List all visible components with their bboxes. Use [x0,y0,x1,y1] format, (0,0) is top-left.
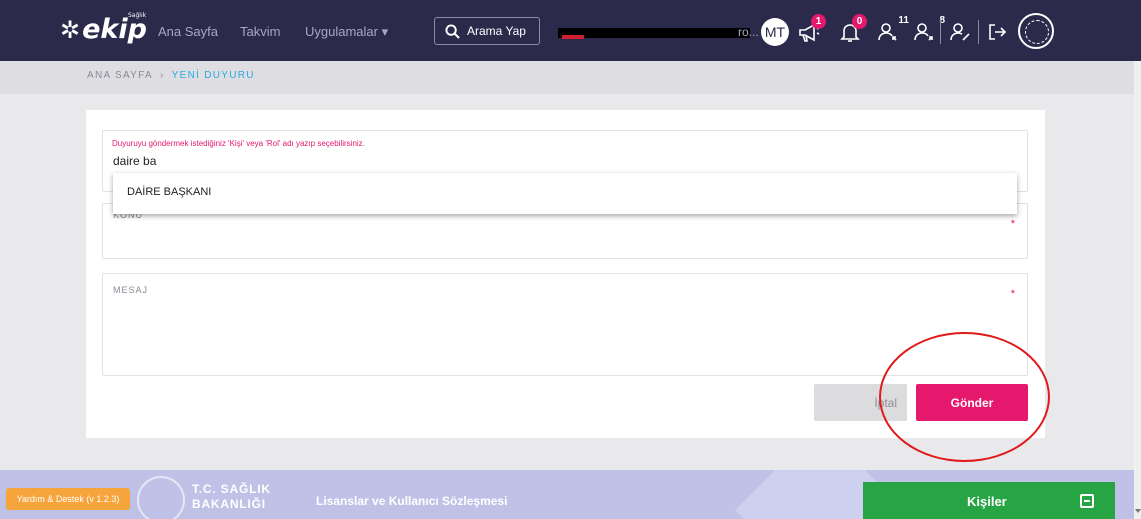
breadcrumb-home[interactable]: ANA SAYFA [87,70,153,81]
ministry-name-line1: T.C. SAĞLIK [192,482,271,496]
user-incoming-icon [878,23,897,41]
breadcrumb-current: YENİ DUYURU [171,70,255,81]
recipient-hint: Duyuruyu göndermek istediğiniz 'Kişi' ve… [112,139,365,148]
required-mark: * [1010,218,1015,230]
redacted-user-name [558,28,750,39]
breadcrumb: ANA SAYFA › YENİ DUYURU [87,70,255,81]
cancel-button[interactable]: İptal [814,384,907,421]
ekip-logo-icon: ✲ [60,15,81,44]
scroll-down-arrow-icon[interactable] [1135,509,1141,513]
notifications-button[interactable]: 0 [838,14,867,44]
divider [978,20,979,44]
ministry-name-line2: BAKANLIĞI [192,497,266,511]
ministry-emblem-icon [1018,13,1054,49]
nav-apps[interactable]: Uygulamalar ▾ [305,24,388,40]
user-outgoing-icon [914,23,933,41]
autocomplete-option[interactable]: DAİRE BAŞKANI [127,186,211,198]
required-mark: * [1010,288,1015,300]
ministry-name: T.C. SAĞLIK BAKANLIĞI [192,482,271,512]
divider [940,20,941,44]
ministry-emblem-icon [137,476,185,519]
scrollbar[interactable] [1134,61,1141,519]
recipient-input[interactable]: daire ba [113,154,156,168]
user-edit-icon [950,23,970,41]
message-label: MESAJ [113,285,149,295]
nav-apps-label: Uygulamalar [305,24,378,39]
outgoing-requests-button[interactable]: 8 [912,15,945,44]
top-navbar: ✲ ekip Sağlık Ana Sayfa Takvim Uygulamal… [0,0,1141,61]
avatar[interactable]: MT [761,18,789,46]
nav-calendar[interactable]: Takvim [240,24,280,39]
autocomplete-dropdown: DAİRE BAŞKANI [113,173,1017,214]
announcements-button[interactable]: 1 [797,14,826,44]
notifications-badge: 0 [852,14,867,29]
user-name-truncated: ro... [738,25,759,39]
search-button[interactable]: Arama Yap [434,17,540,45]
logout-icon [989,24,1007,40]
nav-home[interactable]: Ana Sayfa [158,24,218,39]
search-label: Arama Yap [467,24,526,38]
breadcrumb-bar: ANA SAYFA › YENİ DUYURU [0,61,1141,94]
message-field[interactable]: MESAJ * [102,273,1028,376]
ekip-logo[interactable]: ✲ ekip Sağlık [60,12,147,45]
announcement-form-card: Duyuruyu göndermek istediğiniz 'Kişi' ve… [86,110,1045,438]
help-support-button[interactable]: Yardım & Destek (v 1.2.3) [6,488,130,510]
license-link[interactable]: Lisanslar ve Kullanıcı Sözleşmesi [316,494,507,508]
send-button[interactable]: Gönder [916,384,1028,421]
chevron-down-icon: ▾ [381,24,389,39]
collapse-icon[interactable] [1080,494,1094,508]
search-icon [445,23,460,39]
logo-subtext: Sağlık [128,12,147,19]
contacts-panel-toggle[interactable]: Kişiler [863,482,1115,519]
contacts-label: Kişiler [967,494,1007,509]
incoming-requests-count: 11 [898,15,909,26]
announcements-badge: 1 [811,14,826,29]
logout-button[interactable] [985,20,1011,44]
breadcrumb-separator: › [159,70,165,81]
profile-edit-button[interactable] [948,20,974,44]
incoming-requests-button[interactable]: 11 [876,15,909,44]
